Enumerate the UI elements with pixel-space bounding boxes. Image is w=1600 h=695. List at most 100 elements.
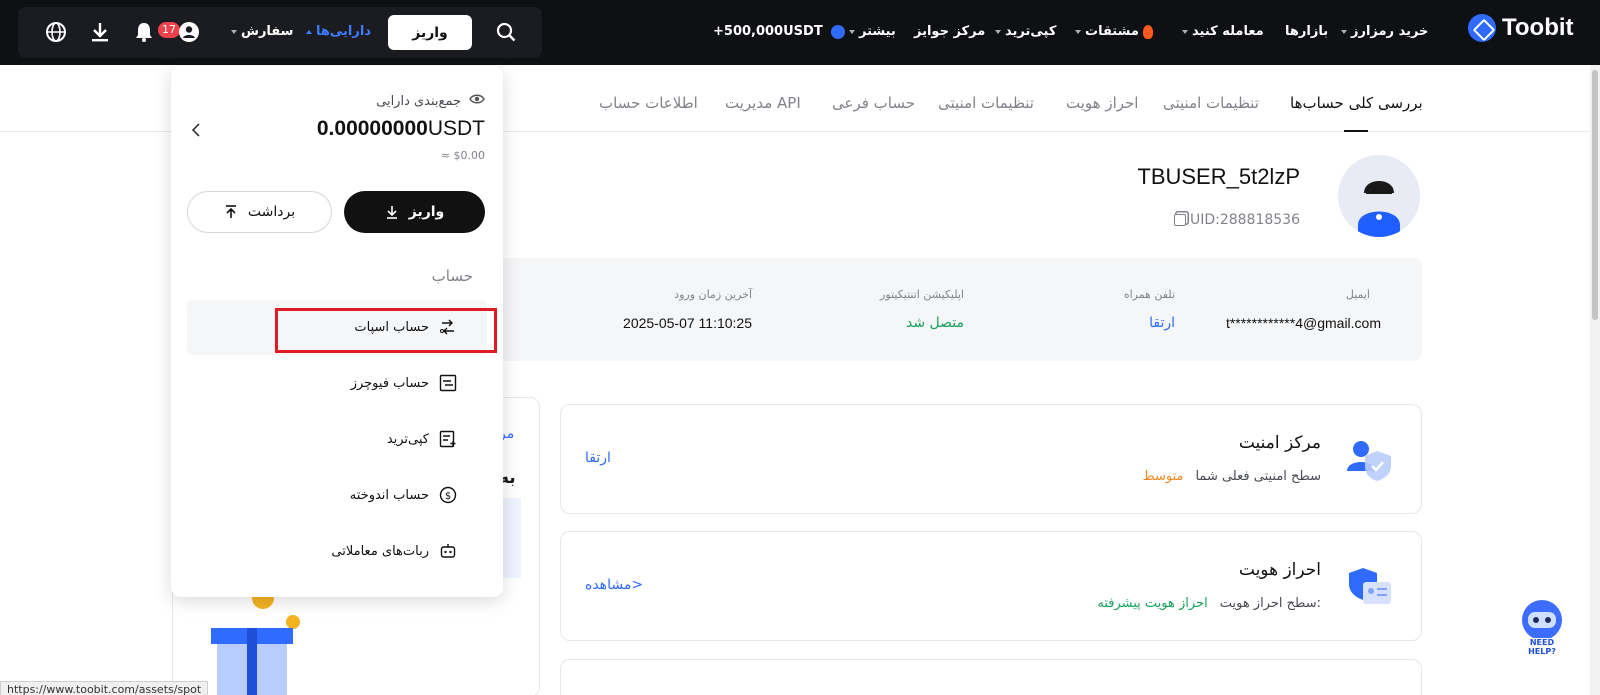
phone-label: تلفن همراه [1123, 288, 1175, 301]
tab-api-management[interactable]: مدیریت API [725, 94, 801, 112]
notification-bell-icon[interactable] [131, 19, 157, 45]
id-card-icon [1349, 568, 1391, 604]
balance-amount: 0.00000000 [316, 117, 428, 140]
identity-level-row: احراز هویت پیشرفته سطح احراز هویت: [1097, 596, 1321, 611]
security-center-card[interactable]: مرکز امنیت متوسط سطح امنیتی فعلی شما ارت… [560, 404, 1422, 514]
menu-item-savings-account[interactable]: حساب اندوخته $ [187, 468, 487, 523]
authenticator-label: اپلیکیشن اتنتیکیتور [880, 288, 964, 301]
dropdown-withdraw-button[interactable]: برداشت [187, 191, 332, 233]
chevron-down-icon [1075, 29, 1081, 34]
identity-level-value: احراز هویت پیشرفته [1097, 596, 1208, 611]
coin-dollar-icon: $ [439, 486, 457, 504]
user-avatar-icon[interactable] [176, 19, 202, 45]
nav-derivatives-label: مشتقات [1085, 24, 1139, 39]
third-card[interactable] [560, 659, 1422, 695]
chevron-down-icon [849, 29, 855, 34]
chevron-down-icon [231, 29, 237, 34]
chevron-down-icon [1182, 29, 1188, 34]
nav-buy-crypto[interactable]: خرید رمزارز [1341, 24, 1428, 39]
futures-chart-icon [439, 374, 457, 392]
nav-markets[interactable]: بازارها [1285, 24, 1328, 39]
security-level-value: متوسط [1142, 469, 1184, 484]
chevron-down-icon [1341, 29, 1347, 34]
copy-icon[interactable] [1173, 214, 1186, 226]
last-login-label: آخرین زمان ورود [674, 288, 752, 301]
security-center-title: مرکز امنیت [1238, 433, 1321, 453]
dropdown-withdraw-label: برداشت [247, 204, 296, 220]
nav-more-label: بیشتر [859, 24, 896, 39]
authenticator-status: متصل شد [906, 315, 964, 331]
menu-item-copy-trade[interactable]: کپی‌ترید [187, 412, 487, 467]
chevron-left-icon[interactable] [191, 122, 201, 141]
orders-menu[interactable]: سفارش [231, 24, 293, 39]
fire-icon [1143, 24, 1154, 39]
account-info-panel: ایمیل t************4@gmail.com تلفن همرا… [495, 258, 1422, 361]
profile-avatar[interactable] [1338, 155, 1420, 237]
promo-coin-icon [831, 24, 846, 39]
account-section-title: حساب [431, 267, 473, 285]
download-icon[interactable] [87, 19, 113, 45]
nav-buy-crypto-label: خرید رمزارز [1351, 24, 1429, 39]
identity-view-link[interactable]: مشاهده> [585, 577, 643, 593]
nav-copy-trade[interactable]: کپی‌ترید [995, 24, 1056, 39]
chevron-up-icon [306, 29, 312, 34]
assets-menu[interactable]: دارایی‌ها [306, 24, 371, 39]
promo-label: +500,000USDT [713, 24, 823, 39]
copy-trade-label: کپی‌ترید [386, 431, 429, 447]
savings-account-label: حساب اندوخته [349, 487, 429, 503]
asset-summary-header: جمع‌بندی دارایی [376, 93, 485, 109]
identity-title: احراز هویت [1238, 560, 1321, 580]
nav-more[interactable]: بیشتر [849, 24, 896, 39]
dropdown-deposit-label: واریز [408, 204, 445, 220]
download-arrow-icon [386, 206, 397, 219]
nav-rewards[interactable]: مرکز جوایز [914, 24, 985, 39]
toobit-logo-icon [1468, 14, 1496, 42]
tab-identity[interactable]: احراز هویت [1066, 94, 1138, 112]
search-icon[interactable] [493, 19, 519, 45]
tab-security-settings[interactable]: تنظیمات امنیتی [1163, 94, 1259, 112]
nav-derivatives[interactable]: مشتقات [1075, 24, 1154, 39]
help-bot-icon[interactable]: NEED HELP? [1513, 596, 1571, 656]
upload-arrow-icon [225, 205, 236, 218]
menu-item-trading-bots[interactable]: ربات‌های معاملاتی [187, 524, 487, 579]
email-value: t************4@gmail.com [1225, 315, 1381, 331]
tab-account-info[interactable]: اطلاعات حساب [599, 94, 698, 112]
identity-verification-card[interactable]: احراز هویت احراز هویت پیشرفته سطح احراز … [560, 531, 1422, 641]
tab-security-settings-2[interactable]: تنظیمات امنیتی [938, 94, 1034, 112]
active-tab-indicator [1344, 130, 1368, 132]
username: TBUSER_5t2lzP [1137, 164, 1300, 189]
phone-upgrade-link[interactable]: ارتقا [1149, 315, 1175, 331]
help-label: NEED HELP? [1528, 638, 1556, 656]
scrollbar-thumb[interactable] [1592, 70, 1598, 320]
dropdown-deposit-button[interactable]: واریز [344, 191, 485, 233]
security-level-row: متوسط سطح امنیتی فعلی شما [1143, 469, 1321, 484]
svg-text:$: $ [445, 491, 451, 502]
tab-overview[interactable]: بررسی کلی حساب‌ها [1290, 94, 1423, 112]
uid-row: UID:288818536 [1150, 212, 1300, 228]
email-label: ایمیل [1345, 288, 1370, 301]
balance-unit: USDT [427, 117, 485, 140]
uid-value: UID:288818536 [1189, 212, 1300, 228]
eye-icon[interactable] [469, 93, 485, 109]
security-level-label: سطح امنیتی فعلی شما [1195, 469, 1321, 484]
tab-sub-account[interactable]: حساب فرعی [832, 94, 915, 112]
language-globe-icon[interactable] [43, 19, 69, 45]
brand-name: Toobit [1502, 14, 1574, 41]
trading-bots-label: ربات‌های معاملاتی [331, 543, 429, 559]
security-upgrade-link[interactable]: ارتقا [585, 450, 611, 466]
menu-item-futures-account[interactable]: حساب فیوچرز [187, 356, 487, 411]
futures-account-label: حساب فیوچرز [350, 375, 429, 391]
nav-trade[interactable]: معامله کنید [1182, 24, 1264, 39]
top-navbar: 17 سفارش دارایی‌ها واریز +500,000USDT بی… [0, 0, 1600, 65]
spot-account-highlight [275, 308, 497, 353]
nav-copy-trade-label: کپی‌ترید [1005, 24, 1057, 39]
copy-trade-icon [439, 430, 456, 448]
last-login-value: 2025-05-07 11:10:25 [623, 315, 752, 331]
promo-link[interactable]: +500,000USDT [713, 24, 846, 39]
brand-logo[interactable]: Toobit [1468, 14, 1574, 42]
identity-level-label: سطح احراز هویت: [1219, 596, 1321, 611]
nav-trade-label: معامله کنید [1192, 24, 1264, 39]
deposit-button[interactable]: واریز [388, 15, 472, 50]
status-url: https://www.toobit.com/assets/spot [0, 681, 209, 695]
gift-box-illustration [211, 588, 300, 695]
